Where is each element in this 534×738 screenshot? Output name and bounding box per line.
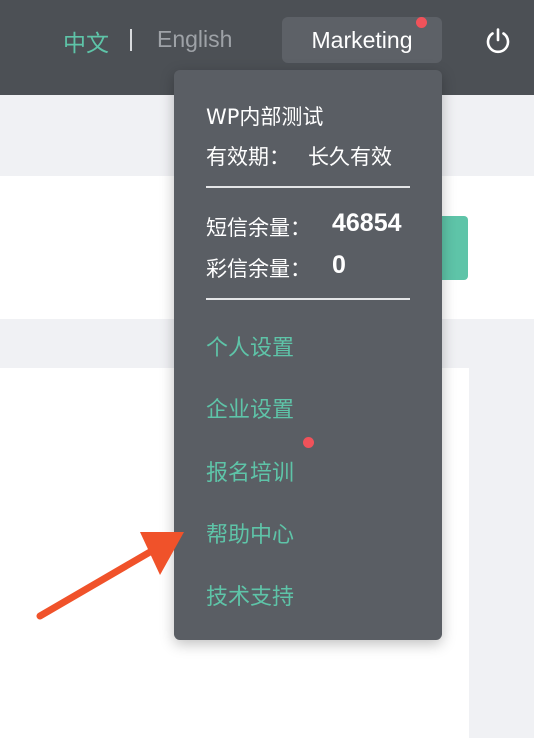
divider [206,298,410,300]
menu-item-company-settings[interactable]: 企业设置 [206,392,294,424]
sms-balance-value: 46854 [332,209,402,237]
language-divider [130,29,132,51]
menu-item-tech-support[interactable]: 技术支持 [206,579,294,611]
org-name: WP内部测试 [206,105,324,129]
validity-value: 长久有效 [308,145,392,169]
account-menu-label: Marketing [311,26,413,53]
divider [206,186,410,188]
sms-balance-label: 短信余量： [206,216,311,240]
mms-balance-value: 0 [332,251,346,279]
menu-item-training-registration[interactable]: 报名培训 [206,455,294,487]
page: 中文 English Marketing WP内部测试 有效期： 长久有效 短信… [0,0,534,738]
language-chinese-link[interactable]: 中文 [63,24,109,58]
menu-item-personal-settings[interactable]: 个人设置 [206,330,294,362]
notification-dot [303,437,314,448]
power-icon[interactable] [484,27,512,55]
menu-item-help-center[interactable]: 帮助中心 [206,517,294,549]
account-dropdown: WP内部测试 有效期： 长久有效 短信余量： 46854 彩信余量： 0 个人设… [174,70,442,640]
notification-dot [416,17,427,28]
validity-label: 有效期： [206,145,290,169]
language-english-link[interactable]: English [157,26,232,53]
mms-balance-label: 彩信余量： [206,257,311,281]
